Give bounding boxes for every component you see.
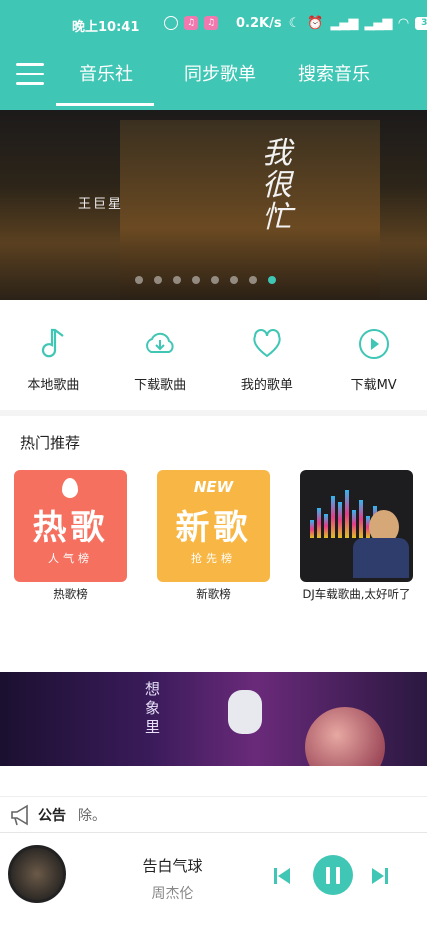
moon-icon: ☾ xyxy=(288,16,301,31)
music-notification-icon: ♫ xyxy=(184,16,198,30)
carousel-dot-active[interactable] xyxy=(268,276,276,284)
banner-author: 王巨星 xyxy=(78,197,124,212)
quick-actions: 本地歌曲 下载歌曲 我的歌单 下载MV xyxy=(0,300,427,410)
carousel-dot[interactable] xyxy=(192,276,200,284)
pause-icon xyxy=(326,867,330,884)
pause-button[interactable] xyxy=(313,855,353,895)
dj-songs-card[interactable]: DJ车载歌曲,太好听了 xyxy=(300,470,413,602)
tab-search-music[interactable]: 搜索音乐 xyxy=(284,60,384,106)
notice-text: 除。 xyxy=(78,808,106,824)
song-title: 告白气球 xyxy=(142,857,203,875)
hot-songs-thumb: 热歌 人气榜 xyxy=(14,470,127,582)
new-songs-card[interactable]: NEW 新歌 抢先榜 新歌榜 xyxy=(157,470,270,602)
alarm-icon: ⏰ xyxy=(307,16,324,31)
app-notification-icon xyxy=(164,16,178,30)
notification-icons: ♫ ♫ xyxy=(164,16,218,30)
carousel-dot[interactable] xyxy=(154,276,162,284)
download-songs-button[interactable]: 下载歌曲 xyxy=(120,326,200,410)
banner-image xyxy=(120,120,380,300)
hot-big-text: 热歌 xyxy=(32,508,109,548)
hot-section-title: 热门推荐 xyxy=(20,434,81,452)
signal-icon: ▂▄▆ xyxy=(330,16,358,31)
cloud-download-icon xyxy=(146,332,174,353)
new-big-text: 新歌 xyxy=(175,508,252,548)
local-songs-button[interactable]: 本地歌曲 xyxy=(13,326,93,410)
carousel-dot[interactable] xyxy=(249,276,257,284)
local-songs-label: 本地歌曲 xyxy=(27,378,80,393)
banner-carousel[interactable]: 王巨星 我很忙 xyxy=(0,110,427,300)
my-playlist-button[interactable]: 我的歌单 xyxy=(227,326,307,410)
top-tabs: 音乐社 同步歌单 搜索音乐 xyxy=(56,60,427,106)
download-mv-label: 下载MV xyxy=(350,378,397,393)
promo-title: 想象里 xyxy=(145,680,161,736)
dj-songs-caption: DJ车载歌曲,太好听了 xyxy=(302,587,411,601)
music-notification-icon: ♫ xyxy=(204,16,218,30)
music-note-icon xyxy=(42,328,65,358)
new-tag: NEW xyxy=(193,478,234,496)
new-songs-thumb: NEW 新歌 抢先榜 xyxy=(157,470,270,582)
heart-icon xyxy=(253,329,281,358)
carousel-dot[interactable] xyxy=(173,276,181,284)
carousel-dot[interactable] xyxy=(211,276,219,284)
battery-icon: 38 xyxy=(415,17,427,30)
mini-player[interactable]: 告白气球 周杰伦 xyxy=(0,832,427,930)
notice-label: 公告 xyxy=(38,808,66,824)
tab-sync-playlist[interactable]: 同步歌单 xyxy=(170,60,270,106)
status-time: 晚上10:41 xyxy=(72,20,140,35)
dj-figure xyxy=(353,538,409,578)
status-right: 0.2K/s ☾ ⏰ ▂▄▆ ▂▄▆ ◠ 38 xyxy=(236,16,427,31)
menu-icon[interactable] xyxy=(16,63,44,85)
carousel-dots xyxy=(135,276,276,284)
hot-songs-caption: 热歌榜 xyxy=(53,587,88,601)
carousel-dot[interactable] xyxy=(135,276,143,284)
app-header: 晚上10:41 ♫ ♫ 0.2K/s ☾ ⏰ ▂▄▆ ▂▄▆ ◠ 38 音乐社 … xyxy=(0,0,427,110)
equalizer-image xyxy=(310,488,377,538)
status-bar: 晚上10:41 ♫ ♫ 0.2K/s ☾ ⏰ ▂▄▆ ▂▄▆ ◠ 38 xyxy=(0,10,427,38)
carousel-dot[interactable] xyxy=(230,276,238,284)
banner-title: 我很忙 xyxy=(262,136,292,235)
hot-small-text: 人气榜 xyxy=(48,552,93,565)
download-songs-label: 下载歌曲 xyxy=(134,378,187,393)
new-small-text: 抢先榜 xyxy=(191,552,236,565)
hot-cards: 热歌 人气榜 热歌榜 NEW 新歌 抢先榜 新歌榜 DJ车载歌曲,太好听了 xyxy=(14,470,413,602)
section-divider xyxy=(0,410,427,416)
signal-icon: ▂▄▆ xyxy=(364,16,392,31)
dj-songs-thumb xyxy=(300,470,413,582)
astronaut-image xyxy=(228,690,262,734)
megaphone-icon xyxy=(11,804,28,826)
promo-banner[interactable]: 想象里 xyxy=(0,672,427,766)
song-artist: 周杰伦 xyxy=(151,886,194,902)
notice-bar[interactable]: 公告 除。 xyxy=(0,796,427,832)
play-circle-icon xyxy=(358,329,389,359)
net-speed: 0.2K/s xyxy=(236,16,282,31)
tab-music-club[interactable]: 音乐社 xyxy=(56,60,156,106)
hot-songs-card[interactable]: 热歌 人气榜 热歌榜 xyxy=(14,470,127,602)
new-songs-caption: 新歌榜 xyxy=(196,587,231,601)
previous-icon[interactable] xyxy=(274,867,290,885)
flame-icon xyxy=(62,478,78,498)
wifi-icon: ◠ xyxy=(398,16,409,31)
planet-image xyxy=(305,707,385,766)
my-playlist-label: 我的歌单 xyxy=(240,378,293,393)
download-mv-button[interactable]: 下载MV xyxy=(334,326,414,410)
next-icon[interactable] xyxy=(372,867,388,885)
pause-icon xyxy=(336,867,340,884)
